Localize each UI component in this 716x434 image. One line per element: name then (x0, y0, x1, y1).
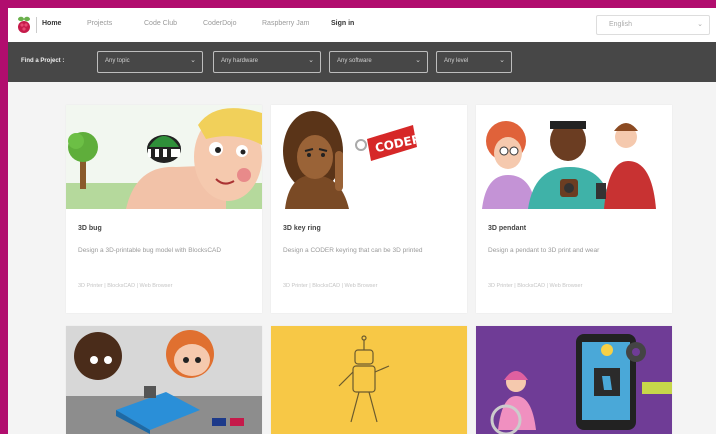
filter-label: Find a Project : (21, 58, 65, 64)
project-card-3d-key-ring[interactable]: CODER 3D key ring Design a CODER keyring… (271, 105, 467, 313)
nav-sign-in-link[interactable]: Sign in (331, 20, 354, 27)
nav-divider (36, 17, 37, 33)
project-illustration: CODER (271, 105, 467, 209)
software-select[interactable]: Any software ⌄ (329, 51, 428, 73)
project-description: Design a 3D-printable bug model with Blo… (78, 247, 222, 254)
language-select-value: English (609, 21, 632, 28)
nav-coderdojo-link[interactable]: CoderDojo (203, 20, 236, 27)
project-illustration (476, 326, 672, 434)
chevron-down-icon: ⌄ (415, 57, 421, 64)
project-card[interactable] (66, 326, 262, 434)
project-meta: 3D Printer | BlocksCAD | Web Browser (283, 283, 378, 289)
topic-select-value: Any topic (105, 58, 130, 64)
project-title[interactable]: 3D pendant (488, 225, 526, 232)
project-illustration (66, 105, 262, 209)
chevron-down-icon: ⌄ (190, 57, 196, 64)
language-select[interactable]: English ⌄ (596, 15, 710, 35)
topic-select[interactable]: Any topic ⌄ (97, 51, 203, 73)
filter-bar: Find a Project : Any topic ⌄ Any hardwar… (8, 42, 716, 82)
project-illustration (271, 326, 467, 434)
software-select-value: Any software (337, 58, 372, 64)
project-meta: 3D Printer | BlocksCAD | Web Browser (488, 283, 583, 289)
project-card-3d-bug[interactable]: 3D bug Design a 3D-printable bug model w… (66, 105, 262, 313)
project-card[interactable] (271, 326, 467, 434)
raspberry-pi-logo-icon[interactable] (16, 16, 32, 34)
hardware-select[interactable]: Any hardware ⌄ (213, 51, 321, 73)
nav-raspberry-jam-link[interactable]: Raspberry Jam (262, 20, 309, 27)
nav-projects-link[interactable]: Projects (87, 20, 112, 27)
project-illustration (66, 326, 262, 434)
project-description: Design a CODER keyring that can be 3D pr… (283, 247, 423, 254)
top-nav: Home Projects Code Club CoderDojo Raspbe… (8, 8, 716, 42)
nav-code-club-link[interactable]: Code Club (144, 20, 177, 27)
chevron-down-icon: ⌄ (308, 57, 314, 64)
level-select-value: Any level (444, 58, 469, 64)
nav-home-link[interactable]: Home (42, 20, 61, 27)
project-title[interactable]: 3D key ring (283, 225, 321, 232)
project-meta: 3D Printer | BlocksCAD | Web Browser (78, 283, 173, 289)
hardware-select-value: Any hardware (221, 58, 259, 64)
project-card[interactable] (476, 326, 672, 434)
project-illustration (476, 105, 672, 209)
browser-viewport: Home Projects Code Club CoderDojo Raspbe… (8, 8, 716, 434)
level-select[interactable]: Any level ⌄ (436, 51, 512, 73)
chevron-down-icon: ⌄ (697, 21, 703, 28)
chevron-down-icon: ⌄ (499, 57, 505, 64)
project-description: Design a pendant to 3D print and wear (488, 247, 600, 254)
project-title[interactable]: 3D bug (78, 225, 102, 232)
project-card-3d-pendant[interactable]: 3D pendant Design a pendant to 3D print … (476, 105, 672, 313)
